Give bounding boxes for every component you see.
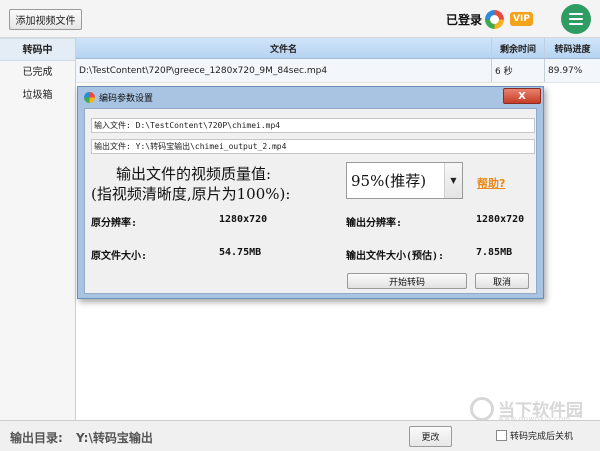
cancel-button[interactable]: 取消 (475, 273, 529, 289)
table-row[interactable]: D:\TestContent\720P\greece_1280x720_9M_8… (76, 59, 600, 83)
orig-size-label: 原文件大小: (91, 251, 148, 262)
quality-title-line2: (指视频清晰度,原片为100%): (91, 185, 291, 203)
out-resolution-value: 1280x720 (476, 214, 525, 225)
app-logo-icon (84, 92, 95, 103)
column-header-progress[interactable]: 转码进度 (545, 38, 600, 58)
row-filename: D:\TestContent\720P\greece_1280x720_9M_8… (76, 59, 492, 82)
top-toolbar: 添加视频文件 已登录 VIP (0, 0, 600, 38)
app-logo-icon (485, 9, 505, 29)
sidebar-item-trash[interactable]: 垃圾箱 (0, 84, 75, 107)
sidebar-item-transcoding[interactable]: 转码中 (0, 38, 75, 61)
column-header-remaining[interactable]: 剩余时间 (492, 38, 545, 58)
bottom-bar: 输出目录: Y:\转码宝输出 更改 转码完成后关机 (0, 420, 600, 451)
hamburger-menu-icon[interactable] (561, 4, 591, 34)
input-file-field[interactable]: 输入文件: D:\TestContent\720P\chimei.mp4 (91, 118, 535, 133)
encoding-settings-dialog: 编码参数设置 X 输入文件: D:\TestContent\720P\chime… (77, 86, 544, 299)
file-table: 文件名 剩余时间 转码进度 D:\TestContent\720P\greece… (76, 38, 600, 83)
orig-size-value: 54.75MB (219, 247, 262, 258)
table-header: 文件名 剩余时间 转码进度 (76, 38, 600, 59)
sidebar: 转码中 已完成 垃圾箱 (0, 38, 76, 420)
dialog-titlebar[interactable]: 编码参数设置 X (78, 87, 543, 107)
login-area[interactable]: 已登录 VIP (446, 9, 533, 29)
quality-title-line1: 输出文件的视频质量值: (116, 165, 272, 183)
quality-selected-value: 95%(推荐) (351, 172, 427, 190)
shutdown-checkbox[interactable] (496, 430, 507, 441)
change-dir-button[interactable]: 更改 (409, 426, 452, 447)
out-size-label: 输出文件大小(预估): (346, 251, 445, 262)
vip-badge[interactable]: VIP (510, 12, 533, 26)
help-link[interactable]: 帮助? (477, 175, 505, 191)
login-status: 已登录 (446, 12, 483, 27)
output-dir-label: 输出目录: (10, 431, 63, 445)
chevron-down-icon[interactable]: ▼ (444, 163, 462, 198)
start-transcode-button[interactable]: 开始转码 (347, 273, 467, 289)
dialog-title: 编码参数设置 (99, 94, 154, 104)
output-dir-path: Y:\转码宝输出 (76, 431, 153, 445)
dialog-body: 输入文件: D:\TestContent\720P\chimei.mp4 输出文… (84, 108, 537, 294)
out-resolution-label: 输出分辨率: (346, 218, 403, 229)
column-header-filename[interactable]: 文件名 (76, 38, 492, 58)
add-video-button[interactable]: 添加视频文件 (9, 9, 82, 30)
out-size-value: 7.85MB (476, 247, 513, 258)
watermark-logo-icon (470, 397, 494, 421)
quality-select[interactable]: 95%(推荐) ▼ (346, 162, 463, 199)
orig-resolution-value: 1280x720 (219, 214, 268, 225)
row-remaining-time: 6 秒 (492, 59, 545, 82)
shutdown-label[interactable]: 转码完成后关机 (510, 429, 573, 442)
row-progress: 89.97% (548, 65, 583, 76)
sidebar-item-completed[interactable]: 已完成 (0, 61, 75, 84)
output-file-field[interactable]: 输出文件: Y:\转码宝输出\chimei_output_2.mp4 (91, 139, 535, 154)
orig-resolution-label: 原分辨率: (91, 218, 138, 229)
close-icon[interactable]: X (503, 88, 541, 104)
